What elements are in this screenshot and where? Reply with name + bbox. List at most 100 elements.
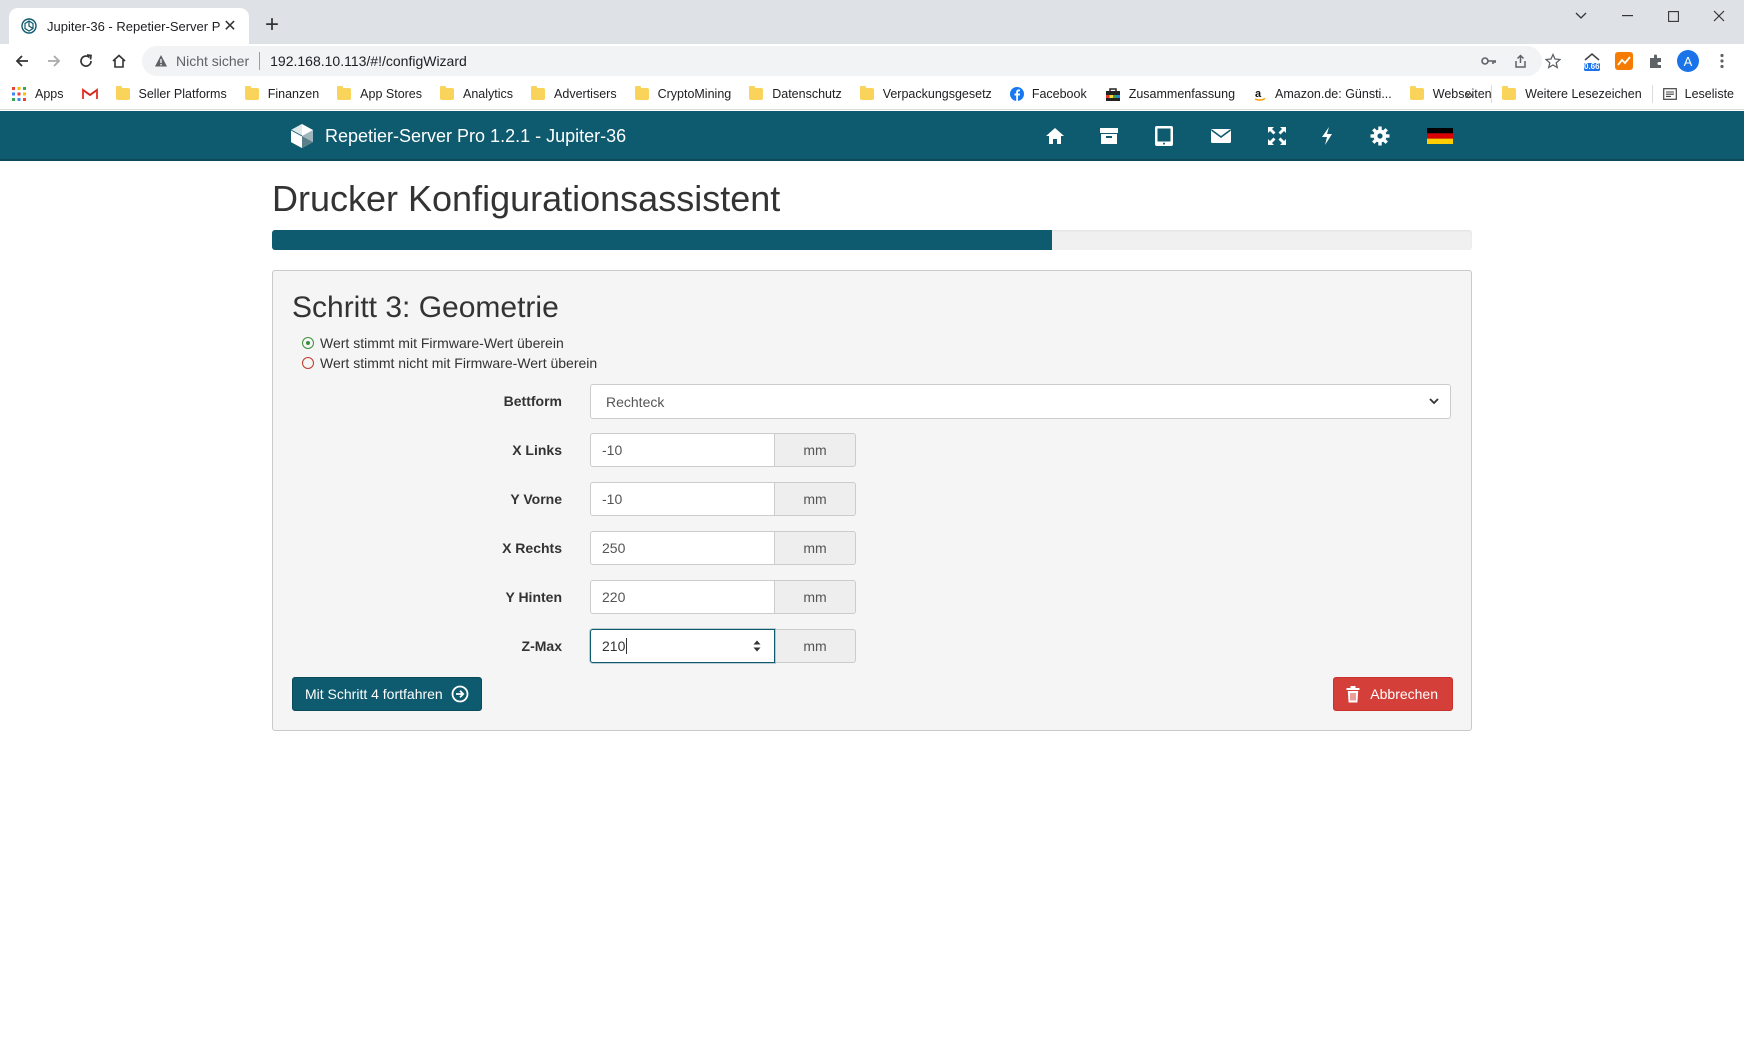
extension-badge: 0.66 — [1584, 62, 1600, 71]
bookmark-app-stores[interactable]: App Stores — [337, 85, 422, 101]
continue-step-4-button[interactable]: Mit Schritt 4 fortfahren — [292, 677, 482, 711]
folder-icon — [634, 85, 649, 100]
key-icon[interactable] — [1477, 49, 1501, 73]
folder-icon — [337, 85, 352, 100]
folder-icon — [1502, 86, 1517, 100]
facebook-icon — [1009, 86, 1024, 101]
share-icon[interactable] — [1508, 49, 1532, 73]
home-icon[interactable] — [1043, 124, 1067, 148]
extensions-puzzle-icon[interactable] — [1644, 49, 1668, 73]
bed-shape-select[interactable]: Rechteck — [590, 384, 1451, 419]
window-close-icon[interactable] — [1696, 0, 1742, 32]
new-tab-button[interactable]: + — [258, 12, 286, 40]
envelope-icon[interactable] — [1209, 124, 1233, 148]
profile-avatar[interactable]: A — [1676, 49, 1700, 73]
match-circle-icon — [302, 337, 314, 349]
minimize-icon[interactable] — [1604, 0, 1650, 32]
bookmark-label: Leseliste — [1684, 87, 1734, 101]
bookmark-reading-list[interactable]: Leseliste — [1662, 87, 1734, 101]
analytics-extension-icon[interactable] — [1612, 49, 1636, 73]
omnibox-separator — [259, 52, 261, 70]
cancel-button[interactable]: Abbrechen — [1333, 677, 1453, 711]
archive-icon[interactable] — [1097, 124, 1121, 148]
bookmark-zusammenfassung[interactable]: Zusammenfassung — [1105, 87, 1235, 101]
bookmark-label: Seller Platforms — [138, 86, 227, 101]
bookmark-cryptomining[interactable]: CryptoMining — [634, 85, 731, 101]
app-navbar: Repetier-Server Pro 1.2.1 - Jupiter-36 — [0, 111, 1744, 161]
legend-mismatch-text: Wert stimmt nicht mit Firmware-Wert über… — [320, 355, 598, 371]
bookmarks-overflow-icon[interactable]: » — [1465, 86, 1473, 103]
bookmark-label: Facebook — [1031, 86, 1087, 101]
bookmarks-divider — [1491, 85, 1493, 103]
z-max-value: 210 — [602, 638, 626, 654]
bed-shape-label: Bettform — [503, 393, 562, 409]
bookmark-label: Analytics — [463, 86, 514, 101]
not-secure-label[interactable]: Nicht sicher — [176, 53, 249, 69]
browser-tab[interactable]: Jupiter-36 - Repetier-Server Pro ✕ — [9, 8, 249, 44]
z-max-input[interactable]: 210 — [590, 629, 775, 663]
bookmark-label: Weitere Lesezeichen — [1525, 87, 1642, 101]
reload-icon[interactable] — [74, 49, 98, 73]
bookmark-facebook[interactable]: Facebook — [1009, 86, 1087, 101]
bookmark-label: Datenschutz — [772, 86, 842, 101]
bed-shape-value: Rechteck — [606, 393, 665, 410]
german-flag-icon[interactable] — [1426, 124, 1454, 148]
bookmark-label: Amazon.de: Günsti... — [1275, 86, 1392, 101]
bookmark-advertisers[interactable]: Advertisers — [531, 85, 617, 101]
x-left-input-group: -10 mm — [590, 433, 856, 467]
fullscreen-icon[interactable] — [1265, 124, 1289, 148]
browser-tab-title: Jupiter-36 - Repetier-Server Pro — [47, 18, 221, 34]
url-text[interactable]: 192.168.10.113/#!/configWizard — [270, 53, 467, 69]
bookmark-analytics[interactable]: Analytics — [440, 85, 514, 101]
chevron-down-icon — [1429, 398, 1439, 405]
z-max-unit: mm — [775, 629, 856, 663]
browser-tab-strip: Jupiter-36 - Repetier-Server Pro ✕ + — [0, 0, 1744, 44]
bookmark-datenschutz[interactable]: Datenschutz — [749, 85, 842, 101]
back-arrow-icon[interactable] — [10, 49, 34, 73]
gear-icon[interactable] — [1368, 124, 1392, 148]
wizard-progress-bar — [272, 230, 1472, 250]
bookmark-apps[interactable]: Apps — [12, 86, 64, 101]
x-left-unit: mm — [775, 433, 856, 467]
bookmark-amazon[interactable]: a Amazon.de: Günsti... — [1253, 87, 1392, 101]
tab-search-icon[interactable] — [1558, 0, 1604, 32]
bookmark-label: Advertisers — [554, 86, 617, 101]
apps-grid-icon — [12, 86, 26, 101]
bookmark-finanzen[interactable]: Finanzen — [244, 85, 319, 101]
bookmark-other[interactable]: Weitere Lesezeichen — [1502, 86, 1642, 101]
legend-mismatch: Wert stimmt nicht mit Firmware-Wert über… — [302, 355, 597, 371]
bookmark-seller-platforms[interactable]: Seller Platforms — [115, 85, 227, 101]
trash-icon — [1346, 685, 1360, 702]
bookmarks-divider — [1651, 85, 1653, 103]
number-spinner-icon[interactable] — [752, 639, 762, 653]
home-button-icon[interactable] — [107, 49, 131, 73]
legend-match: Wert stimmt mit Firmware-Wert überein — [302, 335, 564, 351]
address-bar[interactable]: Nicht sicher 192.168.10.113/#!/configWiz… — [142, 46, 1542, 76]
mining-extension-icon[interactable]: 0.66 — [1580, 49, 1604, 73]
wizard-progress-fill — [272, 230, 1052, 250]
folder-icon — [440, 85, 455, 100]
maximize-icon[interactable] — [1650, 0, 1696, 32]
bookmarks-right-group: » Weitere Lesezeichen Leseliste — [1465, 78, 1744, 110]
forward-arrow-icon[interactable] — [42, 49, 66, 73]
kebab-menu-icon[interactable] — [1710, 49, 1734, 73]
bolt-icon[interactable] — [1315, 124, 1339, 148]
repetier-logo-icon — [290, 124, 313, 148]
reading-list-icon — [1662, 88, 1677, 100]
x-right-input[interactable]: 250 — [590, 531, 775, 565]
tablet-icon[interactable] — [1152, 124, 1176, 148]
x-right-unit: mm — [775, 531, 856, 565]
amazon-icon: a — [1254, 88, 1266, 101]
tab-close-icon[interactable]: ✕ — [221, 16, 239, 36]
folder-icon — [244, 85, 259, 100]
browser-toolbar: Nicht sicher 192.168.10.113/#!/configWiz… — [0, 44, 1744, 78]
brand[interactable]: Repetier-Server Pro 1.2.1 - Jupiter-36 — [289, 123, 626, 149]
bookmark-verpackungsgesetz[interactable]: Verpackungsgesetz — [859, 85, 992, 101]
bookmark-gmail[interactable] — [81, 87, 98, 100]
bookmark-star-icon[interactable] — [1541, 49, 1565, 73]
x-left-input[interactable]: -10 — [590, 433, 775, 467]
bookmarks-bar: Apps Seller Platforms Finanzen App Store… — [0, 78, 1744, 110]
svg-text:a: a — [1255, 88, 1262, 100]
y-front-input[interactable]: -10 — [590, 482, 775, 516]
y-back-input[interactable]: 220 — [590, 580, 775, 614]
